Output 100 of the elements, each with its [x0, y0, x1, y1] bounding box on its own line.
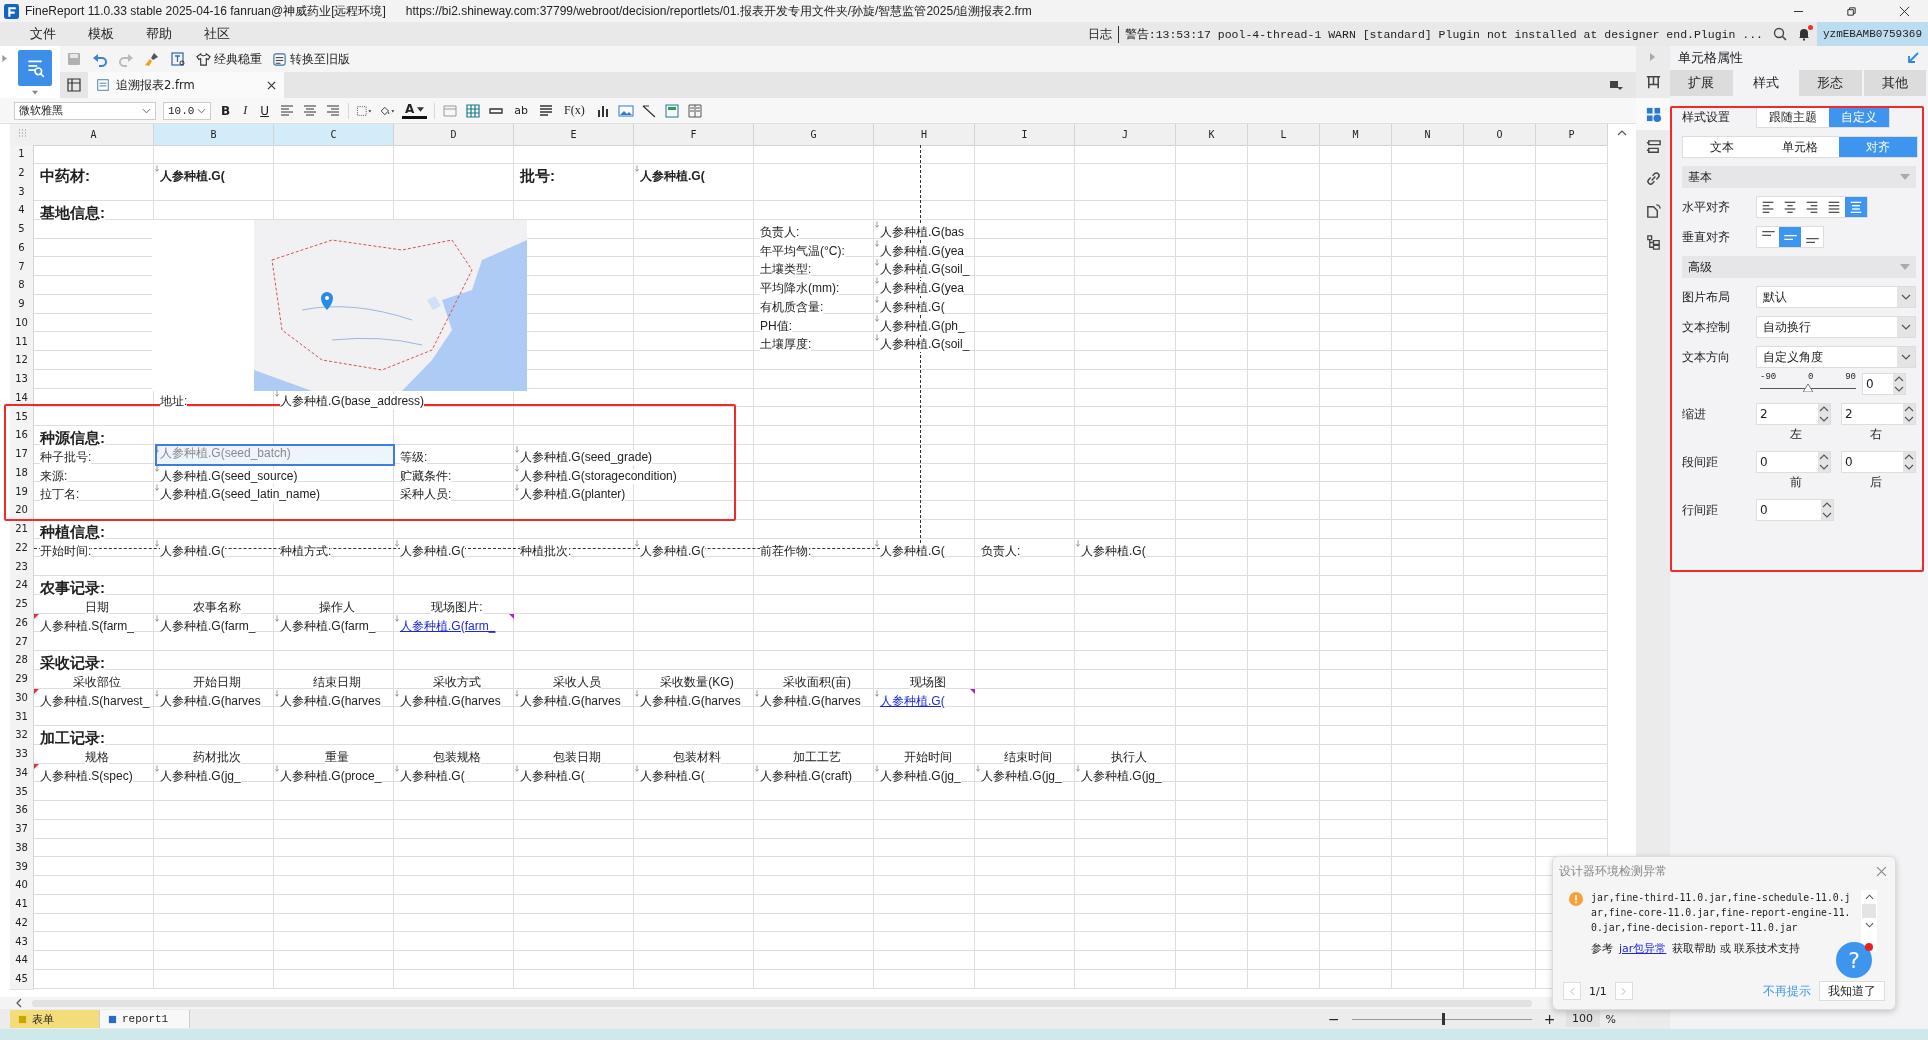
row-number[interactable]: 28 — [10, 651, 34, 671]
row-number[interactable]: 41 — [10, 895, 34, 915]
zoom-in-button[interactable]: + — [1537, 1011, 1562, 1027]
row-number[interactable]: 40 — [10, 876, 34, 896]
row-number[interactable]: 35 — [10, 782, 34, 803]
log-link[interactable]: 日志 — [1087, 25, 1119, 43]
number-field[interactable]: 2 — [1841, 403, 1916, 425]
number-field[interactable]: 0 — [1862, 372, 1906, 395]
row-number[interactable]: 4 — [10, 201, 34, 221]
ok-button[interactable]: 我知道了 — [1819, 981, 1885, 1001]
row-number[interactable]: 18 — [10, 463, 34, 484]
row-number[interactable]: 26 — [10, 613, 34, 634]
slider-thumb[interactable] — [1803, 384, 1813, 392]
font-size-select[interactable]: 10.0 — [163, 101, 211, 120]
image-icon[interactable] — [617, 102, 634, 119]
row-number[interactable]: 8 — [10, 276, 34, 296]
scroll-thumb[interactable] — [1862, 904, 1876, 918]
formula-button[interactable]: F(x) — [561, 103, 588, 118]
side-tool[interactable] — [1636, 98, 1670, 130]
row-number[interactable]: 44 — [10, 951, 34, 971]
menu-item[interactable]: 帮助 — [130, 25, 188, 43]
align-option[interactable] — [1779, 227, 1801, 247]
scroll-left-icon[interactable] — [14, 998, 24, 1008]
sheet-tab[interactable]: 表单 — [10, 1010, 100, 1028]
row-number[interactable]: 39 — [10, 857, 34, 878]
row-number[interactable]: 43 — [10, 932, 34, 953]
row-number[interactable]: 11 — [10, 332, 34, 353]
row-number[interactable]: 30 — [10, 688, 34, 709]
row-number[interactable]: 20 — [10, 501, 34, 521]
row-number[interactable]: 31 — [10, 707, 34, 728]
preview-icon[interactable] — [170, 51, 186, 67]
row-number[interactable]: 7 — [10, 257, 34, 278]
row-number[interactable]: 21 — [10, 520, 34, 540]
columns-icon[interactable] — [686, 102, 703, 119]
dropdown[interactable]: 自动换行 — [1756, 316, 1916, 338]
row-number[interactable]: 23 — [10, 557, 34, 578]
caret-icon[interactable] — [32, 88, 38, 97]
row-number[interactable]: 16 — [10, 426, 34, 446]
expand-icon[interactable] — [2, 54, 8, 63]
font-select[interactable]: 微软雅黑 — [14, 101, 156, 120]
panel-tab[interactable]: 其他 — [1863, 70, 1926, 96]
row-number[interactable]: 37 — [10, 820, 34, 840]
section-header[interactable]: 高级 — [1682, 256, 1916, 278]
column-header[interactable]: B — [154, 124, 274, 146]
brush-icon[interactable] — [144, 51, 160, 67]
arrow-icon[interactable] — [1906, 51, 1920, 65]
scroll-up-icon[interactable] — [1864, 894, 1874, 900]
section-header[interactable]: 基本 — [1682, 166, 1916, 188]
scroll-down-icon[interactable] — [1864, 922, 1874, 928]
zoom-field[interactable]: 100 — [1565, 1011, 1600, 1027]
sub-tab[interactable]: 单元格 — [1761, 137, 1839, 157]
row-number[interactable]: 3 — [10, 182, 34, 203]
panel-tab[interactable]: 形态 — [1799, 70, 1862, 96]
slash-icon[interactable] — [640, 102, 657, 119]
row-number[interactable]: 12 — [10, 351, 34, 371]
file-tab[interactable]: 追溯报表2.frm — [88, 72, 284, 98]
row-number[interactable]: 29 — [10, 670, 34, 690]
underline-button[interactable]: U — [257, 103, 272, 118]
row-number[interactable]: 6 — [10, 238, 34, 259]
bold-button[interactable]: B — [218, 103, 234, 118]
row-number[interactable]: 22 — [10, 538, 34, 559]
menu-item[interactable]: 模板 — [72, 25, 130, 43]
sub-tab[interactable]: 文本 — [1683, 137, 1761, 157]
sheet-tab[interactable]: report1 — [100, 1010, 190, 1028]
row-number[interactable]: 32 — [10, 726, 34, 746]
row-number[interactable]: 36 — [10, 801, 34, 821]
close-icon[interactable] — [1899, 5, 1910, 17]
row-number[interactable]: 33 — [10, 745, 34, 765]
align-center-icon[interactable] — [301, 102, 318, 119]
row-number[interactable]: 10 — [10, 313, 34, 334]
align-right-icon[interactable] — [324, 102, 341, 119]
layout-icon[interactable] — [663, 102, 680, 119]
row-number[interactable]: 17 — [10, 445, 34, 465]
row-number[interactable]: 15 — [10, 407, 34, 428]
row-number[interactable]: 42 — [10, 913, 34, 934]
menu-item[interactable]: 社区 — [188, 25, 246, 43]
row-number[interactable]: 25 — [10, 595, 34, 615]
row-number[interactable]: 13 — [10, 370, 34, 390]
row-number[interactable]: 9 — [10, 295, 34, 315]
column-header[interactable]: C — [274, 124, 394, 146]
row-number[interactable]: 27 — [10, 632, 34, 653]
row-number[interactable]: 34 — [10, 763, 34, 784]
menu-item[interactable]: 文件 — [14, 25, 72, 43]
align-option[interactable] — [1845, 197, 1867, 217]
close-icon[interactable] — [267, 80, 276, 90]
panel-tab[interactable]: 扩展 — [1670, 70, 1733, 96]
text-field-button[interactable]: ab — [511, 104, 531, 117]
number-field[interactable]: 0 — [1756, 499, 1834, 521]
search-icon[interactable] — [1772, 27, 1787, 41]
row-number[interactable]: 2 — [10, 163, 34, 184]
dropdown[interactable]: 默认 — [1756, 286, 1916, 308]
paragraph-icon[interactable] — [538, 102, 554, 119]
zoom-slider-thumb[interactable] — [1441, 1012, 1445, 1025]
row-number[interactable]: 5 — [10, 220, 34, 240]
italic-button[interactable]: I — [240, 103, 251, 118]
scroll-up-icon[interactable] — [1617, 128, 1627, 138]
row-number[interactable]: 38 — [10, 838, 34, 859]
grid-icon[interactable] — [66, 77, 82, 93]
row-number[interactable]: 19 — [10, 482, 34, 503]
row-number[interactable]: 45 — [10, 970, 34, 990]
